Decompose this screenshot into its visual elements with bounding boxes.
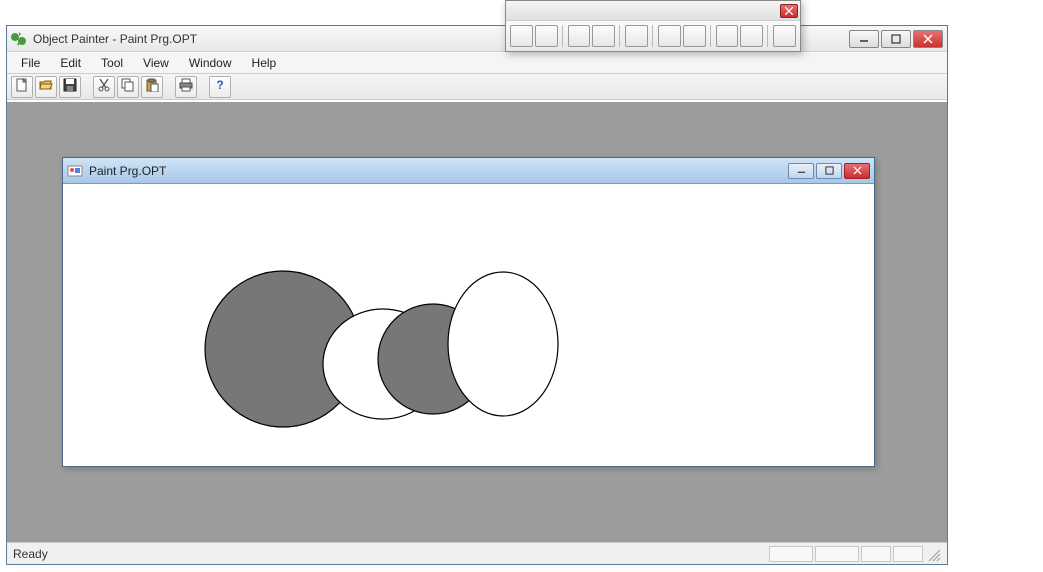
paste-icon — [145, 78, 159, 95]
palette-separator — [767, 25, 769, 47]
document-maximize-button[interactable] — [816, 163, 842, 179]
tool-filled-circle-blue[interactable] — [535, 25, 558, 47]
palette-body — [506, 21, 800, 51]
palette-close-button[interactable] — [780, 4, 798, 18]
open-button[interactable] — [35, 76, 57, 98]
tool-filled-rect-wide[interactable] — [658, 25, 681, 47]
document-title: Paint Prg.OPT — [89, 164, 788, 178]
palette-separator — [619, 25, 621, 47]
statusbar-pane — [815, 546, 859, 562]
tool-filled-rect-wide-blue[interactable] — [683, 25, 706, 47]
help-icon: ? — [213, 78, 227, 95]
menu-edit[interactable]: Edit — [50, 54, 91, 72]
tool-filled-circle[interactable] — [510, 25, 533, 47]
document-close-button[interactable] — [844, 163, 870, 179]
menu-tool[interactable]: Tool — [91, 54, 133, 72]
menu-window[interactable]: Window — [179, 54, 242, 72]
save-button[interactable] — [59, 76, 81, 98]
copy-icon — [121, 78, 135, 95]
tool-filled-square-blue[interactable] — [740, 25, 763, 47]
close-button[interactable] — [913, 30, 943, 48]
new-icon — [15, 78, 29, 95]
statusbar-pane — [861, 546, 891, 562]
main-titlebar: Object Painter - Paint Prg.OPT — [7, 26, 947, 52]
palette-separator — [710, 25, 712, 47]
menu-file[interactable]: File — [11, 54, 50, 72]
print-icon — [179, 78, 193, 95]
window-controls — [847, 30, 943, 48]
print-button[interactable] — [175, 76, 197, 98]
statusbar-text: Ready — [13, 547, 767, 561]
open-icon — [39, 78, 53, 95]
tool-pointer[interactable] — [773, 25, 796, 47]
paste-button[interactable] — [141, 76, 163, 98]
statusbar: Ready — [7, 542, 947, 564]
help-button[interactable]: ? — [209, 76, 231, 98]
cut-icon — [97, 78, 111, 95]
menu-help[interactable]: Help — [242, 54, 287, 72]
copy-button[interactable] — [117, 76, 139, 98]
resize-grip-icon[interactable] — [925, 546, 941, 562]
cut-button[interactable] — [93, 76, 115, 98]
menubar: File Edit Tool View Window Help — [7, 52, 947, 74]
main-toolbar: ? — [7, 74, 947, 100]
tool-filled-ellipse[interactable] — [568, 25, 591, 47]
mdi-client-area: Paint Prg.OPT — [7, 102, 947, 542]
svg-text:?: ? — [216, 78, 223, 92]
document-window: Paint Prg.OPT — [62, 157, 875, 467]
maximize-button[interactable] — [881, 30, 911, 48]
statusbar-pane — [769, 546, 813, 562]
palette-separator — [652, 25, 654, 47]
statusbar-pane — [893, 546, 923, 562]
canvas-drawing — [63, 184, 874, 466]
document-canvas[interactable] — [63, 184, 874, 466]
document-minimize-button[interactable] — [788, 163, 814, 179]
new-button[interactable] — [11, 76, 33, 98]
tool-palette[interactable] — [505, 0, 801, 52]
document-icon — [67, 163, 83, 179]
palette-titlebar[interactable] — [506, 1, 800, 21]
tool-line[interactable] — [625, 25, 648, 47]
menu-view[interactable]: View — [133, 54, 179, 72]
app-icon — [11, 31, 27, 47]
document-titlebar[interactable]: Paint Prg.OPT — [63, 158, 874, 184]
save-icon — [63, 78, 77, 95]
document-window-controls — [788, 163, 870, 179]
main-window: Object Painter - Paint Prg.OPT File Edit… — [6, 25, 948, 565]
tool-filled-ellipse-blue[interactable] — [592, 25, 615, 47]
minimize-button[interactable] — [849, 30, 879, 48]
tool-filled-square[interactable] — [716, 25, 739, 47]
palette-separator — [562, 25, 564, 47]
